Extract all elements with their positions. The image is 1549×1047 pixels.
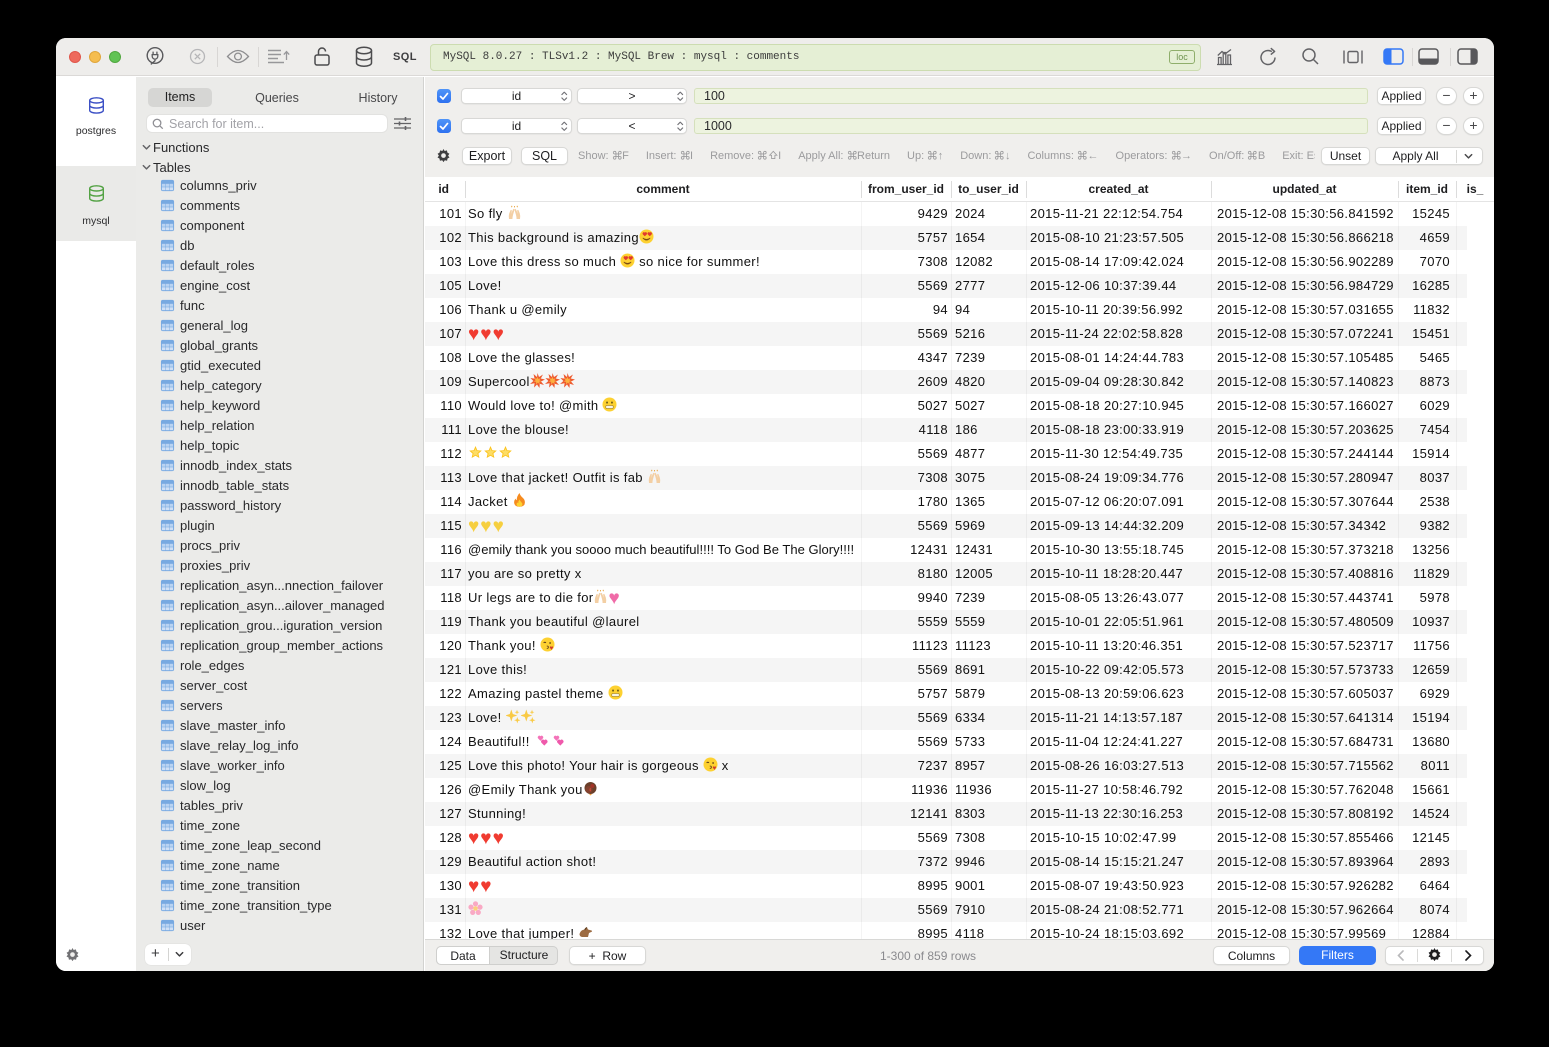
svg-text:♥: ♥ <box>712 765 716 772</box>
svg-text:♥: ♥ <box>549 645 553 652</box>
